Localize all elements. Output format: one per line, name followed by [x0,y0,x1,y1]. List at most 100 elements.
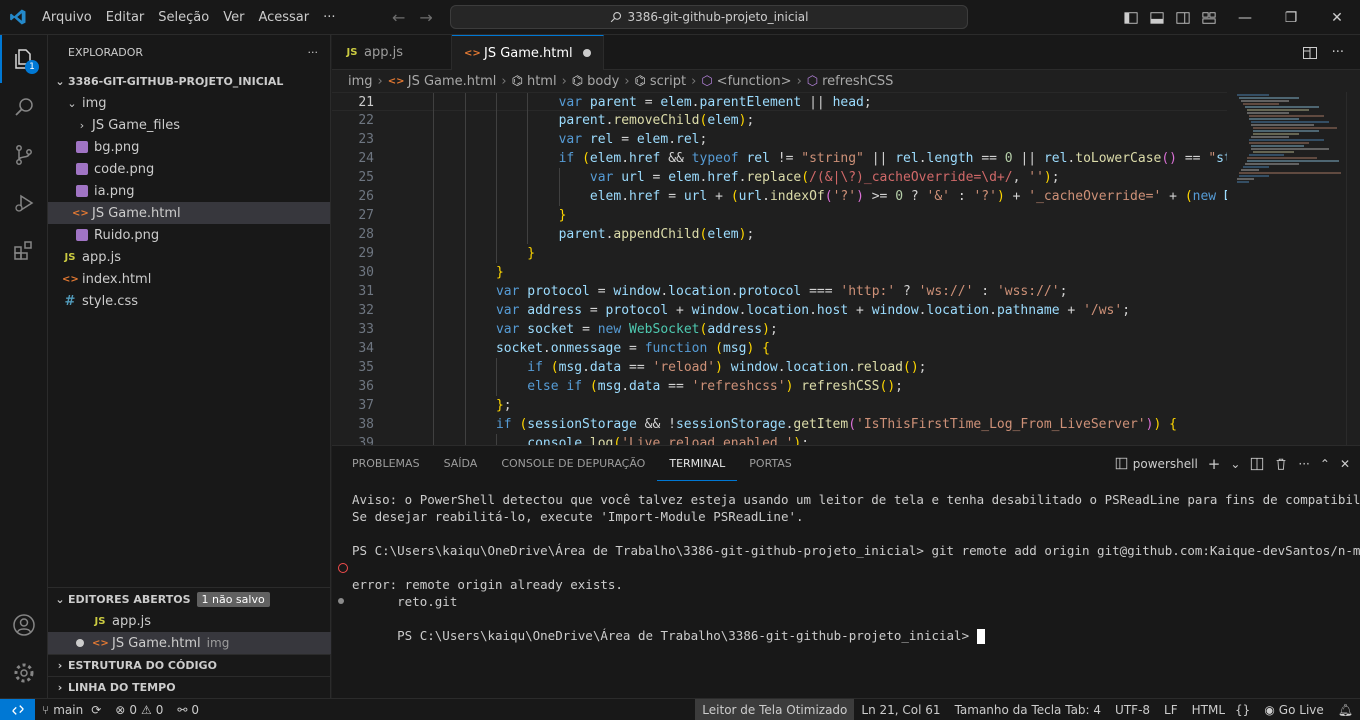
code-line[interactable]: 29} [332,244,1227,263]
run-debug-icon[interactable] [0,179,48,227]
code-line[interactable]: 27} [332,206,1227,225]
code-line[interactable]: 39 console.log('Live reload enabled.'); [332,434,1227,445]
new-terminal-icon[interactable]: + [1208,455,1221,473]
toggle-panel-icon[interactable] [1144,0,1170,35]
unsaved-dot-icon[interactable] [76,639,84,647]
terminal-output[interactable]: Aviso: o PowerShell detectou que você ta… [338,491,1360,644]
code-line[interactable]: 31 var protocol = window.location.protoco… [332,282,1227,301]
code-line[interactable]: 37}; [332,396,1227,415]
tab-problems[interactable]: PROBLEMAS [340,446,432,481]
unsaved-dot-icon[interactable] [582,49,591,57]
code-line[interactable]: 33 var socket = new WebSocket(address); [332,320,1227,339]
problems-indicator[interactable]: ⊗ 0 ⚠ 0 [108,699,170,720]
close-window-button[interactable]: ✕ [1314,0,1360,35]
breadcrumb-item-function[interactable]: <function> [717,74,792,89]
accounts-icon[interactable] [0,601,48,649]
menu-more[interactable]: ··· [316,0,342,35]
tab-app-js[interactable]: JS app.js [332,35,452,70]
tab-debug-console[interactable]: CONSOLE DE DEPURAÇÃO [489,446,657,481]
project-folder-header[interactable]: ⌄ 3386-GIT-GITHUB-PROJETO_INICIAL [48,70,330,92]
manage-gear-icon[interactable] [0,649,48,697]
outline-header[interactable]: › ESTRUTURA DO CÓDIGO [48,654,331,676]
tree-file-bg-png[interactable]: bg.png [48,136,330,158]
chevron-down-icon[interactable]: ⌄ [1230,457,1240,471]
ports-indicator[interactable]: ⚯ 0 [170,699,206,720]
forward-arrow-icon[interactable]: → [419,8,432,27]
open-editor-js-game-html[interactable]: <> JS Game.html img [48,632,331,654]
split-editor-icon[interactable] [1302,45,1318,61]
tab-ports[interactable]: PORTAS [737,446,804,481]
encoding[interactable]: UTF-8 [1108,699,1157,720]
extensions-icon[interactable] [0,227,48,275]
minimize-button[interactable]: — [1222,0,1268,35]
code-line[interactable]: 24 if (elem.href && typeof rel != "string… [332,149,1227,168]
panel-more-icon[interactable]: ··· [1298,457,1309,471]
command-center-search[interactable]: 3386-git-github-projeto_inicial [450,5,968,29]
go-live-button[interactable]: ◉ Go Live [1257,699,1330,720]
breadcrumb-item-refreshcss[interactable]: refreshCSS [822,74,893,89]
toggle-secondary-sidebar-icon[interactable] [1170,0,1196,35]
code-line[interactable]: 34 socket.onmessage = function (msg) { [332,339,1227,358]
tree-file-js-game-html[interactable]: <> JS Game.html [48,202,330,224]
tree-file-ruido-png[interactable]: Ruido.png [48,224,330,246]
code-line[interactable]: 22 parent.removeChild(elem); [332,111,1227,130]
trash-icon[interactable] [1274,457,1288,471]
end-of-line[interactable]: LF [1157,699,1185,720]
tree-file-index-html[interactable]: <> index.html [48,268,330,290]
code-line[interactable]: 36 else if (msg.data == 'refreshcss') ref… [332,377,1227,396]
back-arrow-icon[interactable]: ← [392,8,405,27]
breadcrumb-item-body[interactable]: body [587,74,619,89]
code-line[interactable]: 30} [332,263,1227,282]
breadcrumb-item-html[interactable]: html [527,74,557,89]
search-view-icon[interactable] [0,83,48,131]
tab-terminal[interactable]: TERMINAL [657,446,738,481]
terminal-shell-selector[interactable]: powershell [1115,457,1198,471]
tree-folder-js-game-files[interactable]: › JS Game_files [48,114,330,136]
timeline-header[interactable]: › LINHA DO TEMPO [48,676,331,698]
remote-indicator-icon[interactable] [0,698,35,720]
tree-file-code-png[interactable]: code.png [48,158,330,180]
breadcrumb-item-file[interactable]: JS Game.html [408,74,497,89]
breadcrumb-item-img[interactable]: img [348,74,373,89]
open-editors-header[interactable]: ⌄ EDITORES ABERTOS 1 não salvo [48,588,331,610]
source-control-icon[interactable] [0,131,48,179]
menu-selecao[interactable]: Seleção [151,0,216,35]
minimap[interactable] [1229,92,1347,445]
notifications-bell-icon[interactable]: 🔔︎ [1331,699,1360,720]
branch-indicator[interactable]: ⑂ main ⟳ [35,699,108,720]
open-editor-app-js[interactable]: JS app.js [48,610,331,632]
editor-more-icon[interactable]: ··· [1332,45,1344,60]
close-panel-icon[interactable]: ✕ [1340,457,1350,471]
code-line[interactable]: 21 var parent = elem.parentElement || hea… [332,92,1227,112]
code-line[interactable]: 25 var url = elem.href.replace(/(&|\?)_ca… [332,168,1227,187]
code-line[interactable]: 38 if (sessionStorage && !sessionStorage.… [332,415,1227,434]
toggle-sidebar-icon[interactable] [1118,0,1144,35]
code-line[interactable]: 23 var rel = elem.rel; [332,130,1227,149]
editor-scrollbar[interactable] [1346,92,1360,445]
tree-file-ia-png[interactable]: ia.png [48,180,330,202]
language-mode[interactable]: HTML {} [1185,699,1258,720]
menu-arquivo[interactable]: Arquivo [35,0,99,35]
tab-js-game-html[interactable]: <> JS Game.html [452,35,604,70]
customize-layout-icon[interactable] [1196,0,1222,35]
code-line[interactable]: 35 if (msg.data == 'reload') window.locat… [332,358,1227,377]
tree-file-style-css[interactable]: # style.css [48,290,330,312]
split-terminal-icon[interactable] [1250,457,1264,471]
code-line[interactable]: 32 var address = protocol + window.locati… [332,301,1227,320]
command-decoration-icon[interactable] [338,598,344,604]
error-decoration-icon[interactable] [338,563,348,573]
screen-reader-mode[interactable]: Leitor de Tela Otimizado [695,699,855,720]
tree-folder-img[interactable]: ⌄ img [48,92,330,114]
tree-file-app-js[interactable]: JS app.js [48,246,330,268]
code-lines[interactable]: 21 var parent = elem.parentElement || hea… [332,92,1227,445]
explorer-icon[interactable]: 1 [0,35,48,83]
tab-output[interactable]: SAÍDA [432,446,490,481]
menu-acessar[interactable]: Acessar [251,0,316,35]
menu-ver[interactable]: Ver [216,0,251,35]
code-line[interactable]: 26 elem.href = url + (url.indexOf('?') >=… [332,187,1227,206]
menu-editar[interactable]: Editar [99,0,152,35]
code-line[interactable]: 28 parent.appendChild(elem); [332,225,1227,244]
cursor-position[interactable]: Ln 21, Col 61 [854,699,947,720]
code-editor[interactable]: 21 var parent = elem.parentElement || hea… [332,92,1360,445]
tab-size[interactable]: Tamanho da Tecla Tab: 4 [948,699,1108,720]
